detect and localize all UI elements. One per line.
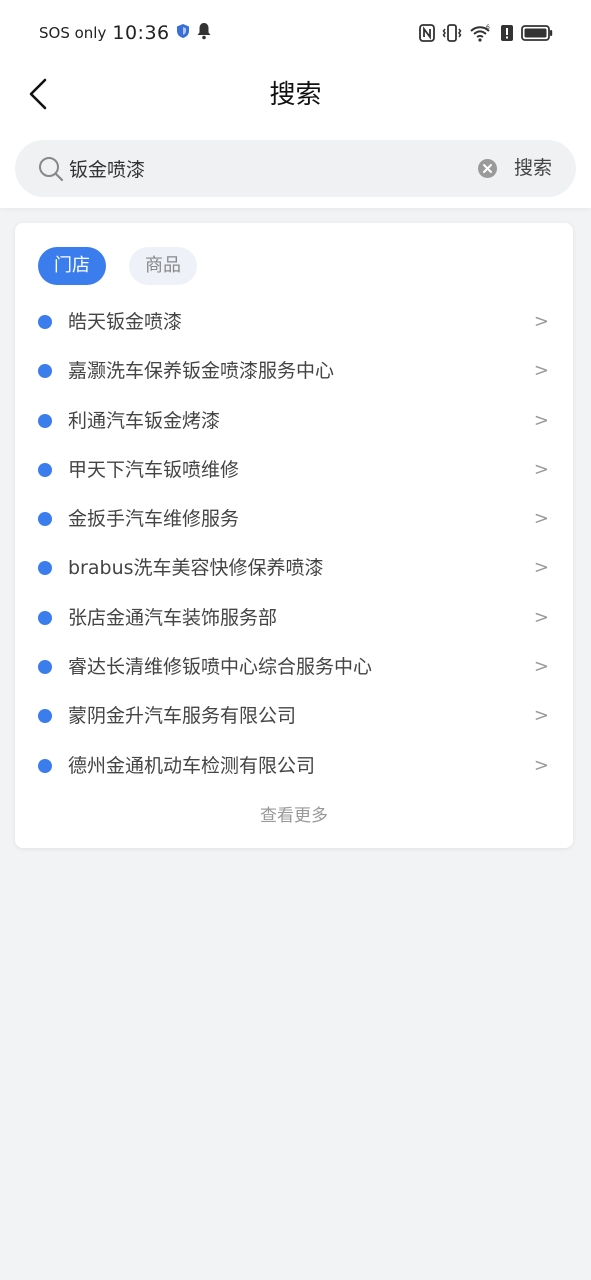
search-bar: 搜索 [15, 140, 576, 197]
battery-icon [521, 24, 553, 42]
chevron-right-icon: > [533, 705, 549, 727]
chevron-right-icon: > [533, 656, 549, 678]
nav-bar: 搜索 [0, 66, 591, 122]
list-item-label: 德州金通机动车检测有限公司 [68, 754, 316, 777]
bullet-dot [38, 413, 52, 428]
result-tabs: 门店 商品 [38, 247, 197, 285]
search-input[interactable] [69, 150, 459, 187]
chevron-right-icon: > [533, 557, 549, 579]
bullet-dot [38, 610, 52, 625]
carrier-text: SOS only [39, 24, 107, 42]
list-item-label: 甲天下汽车钣喷维修 [68, 458, 240, 481]
bullet-dot [38, 758, 52, 773]
list-item[interactable]: 利通汽车钣金烤漆 > [15, 396, 573, 445]
shield-icon [176, 23, 190, 43]
search-icon [39, 157, 64, 182]
list-item-label: 利通汽车钣金烤漆 [68, 409, 221, 432]
nfc-icon [419, 24, 435, 42]
bullet-dot [38, 709, 52, 724]
bullet-dot [38, 561, 52, 576]
list-item[interactable]: 嘉灏洗车保养钣金喷漆服务中心 > [15, 346, 573, 395]
list-item[interactable]: 甲天下汽车钣喷维修 > [15, 445, 573, 494]
wifi-icon: 6 [469, 23, 493, 43]
svg-text:6: 6 [486, 24, 490, 31]
list-item[interactable]: 皓天钣金喷漆 > [15, 297, 573, 346]
results-card: 门店 商品 皓天钣金喷漆 > 嘉灏洗车保养钣金喷漆服务中心 > 利通汽车钣金烤漆… [15, 223, 573, 848]
list-item[interactable]: 金扳手汽车维修服务 > [15, 494, 573, 543]
list-item-label: 蒙阴金升汽车服务有限公司 [68, 705, 297, 728]
clock: 10:36 [112, 22, 170, 44]
status-right: 6 [419, 21, 553, 45]
chevron-right-icon: > [533, 458, 549, 480]
clear-search-button[interactable] [478, 159, 497, 178]
bullet-dot [38, 462, 52, 477]
status-left: SOS only 10:36 [39, 20, 212, 46]
page-title: 搜索 [269, 80, 322, 110]
alert-icon [500, 24, 514, 42]
chevron-right-icon: > [533, 508, 549, 530]
chevron-right-icon: > [533, 360, 549, 382]
search-button[interactable]: 搜索 [514, 154, 552, 182]
list-item-label: 睿达长清维修钣喷中心综合服务中心 [68, 656, 373, 679]
list-item-label: brabus洗车美容快修保养喷漆 [68, 557, 324, 580]
bullet-dot [38, 364, 52, 379]
chevron-right-icon: > [533, 606, 549, 628]
status-bar: SOS only 10:36 6 [0, 0, 591, 66]
chevron-right-icon: > [533, 754, 549, 776]
header-area: SOS only 10:36 6 搜索 钣金喷漆 搜索 [0, 0, 591, 208]
list-item[interactable]: brabus洗车美容快修保养喷漆 > [15, 543, 573, 592]
list-item[interactable]: 睿达长清维修钣喷中心综合服务中心 > [15, 642, 573, 691]
result-list: 皓天钣金喷漆 > 嘉灏洗车保养钣金喷漆服务中心 > 利通汽车钣金烤漆 > 甲天下… [15, 297, 573, 790]
list-item[interactable]: 德州金通机动车检测有限公司 > [15, 741, 573, 790]
list-item[interactable]: 张店金通汽车装饰服务部 > [15, 593, 573, 642]
tab-products[interactable]: 商品 [129, 247, 197, 285]
list-item[interactable]: 蒙阴金升汽车服务有限公司 > [15, 691, 573, 740]
list-item-label: 嘉灏洗车保养钣金喷漆服务中心 [68, 360, 335, 383]
bell-icon [196, 22, 212, 44]
bullet-dot [38, 315, 52, 329]
list-item-label: 张店金通汽车装饰服务部 [68, 606, 278, 629]
vibrate-icon [442, 24, 462, 42]
see-more-link[interactable]: 查看更多 [15, 801, 573, 826]
chevron-right-icon: > [533, 409, 549, 431]
bullet-dot [38, 512, 52, 527]
chevron-right-icon: > [533, 311, 549, 332]
list-item-label: 皓天钣金喷漆 [68, 311, 183, 333]
tab-stores[interactable]: 门店 [38, 247, 106, 285]
list-item-label: 金扳手汽车维修服务 [68, 508, 240, 531]
close-icon [483, 164, 492, 173]
bullet-dot [38, 660, 52, 675]
